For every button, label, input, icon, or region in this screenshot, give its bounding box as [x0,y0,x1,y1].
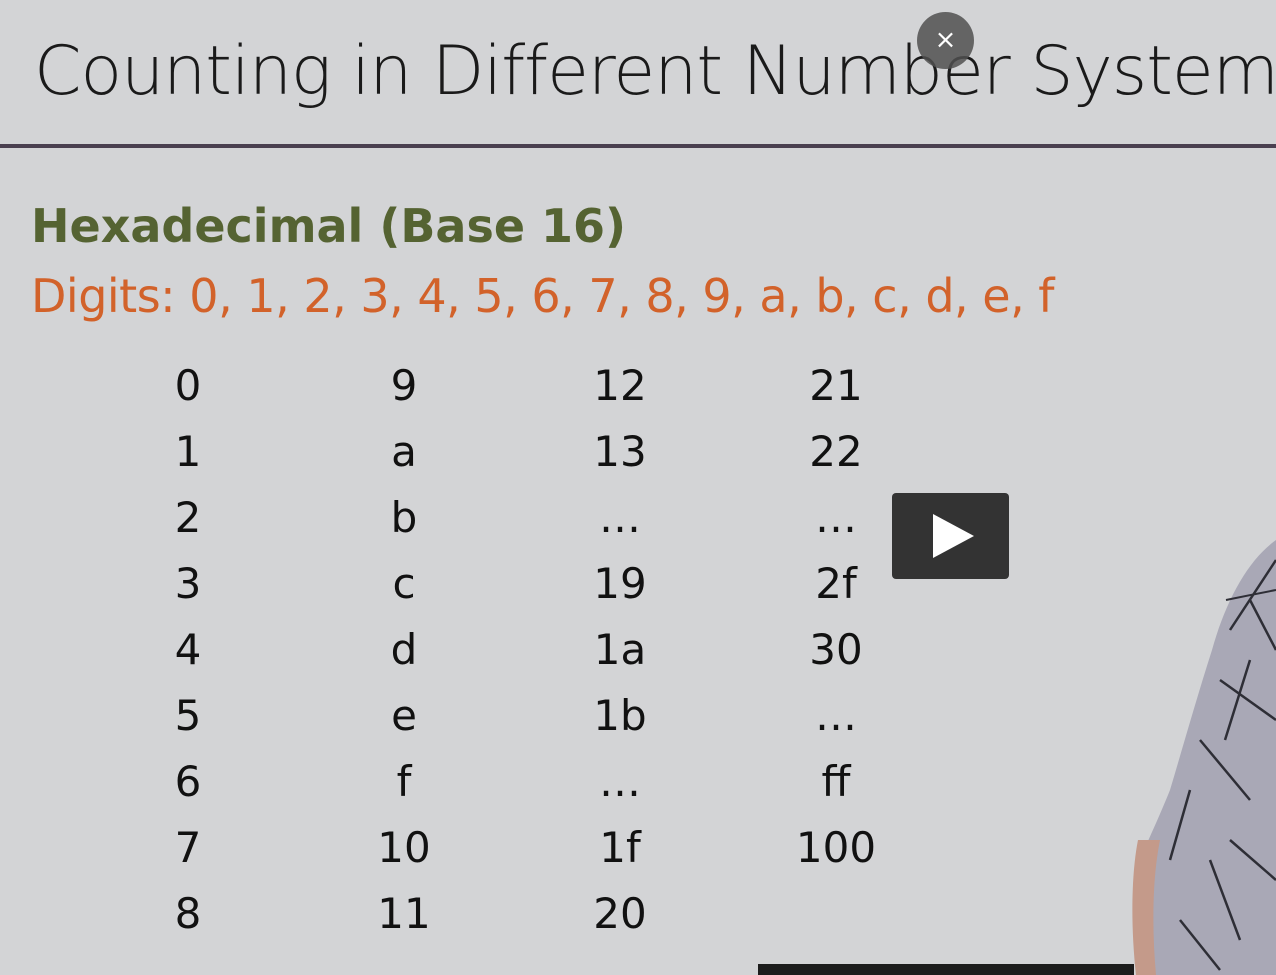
table-cell: ff [821,757,851,806]
table-cell: 7 [174,823,202,872]
title-divider [0,144,1276,148]
table-cell: 19 [593,559,647,608]
table-cell: c [392,559,416,608]
table-cell: 13 [593,427,647,476]
table-cell: 10 [377,823,431,872]
table-column: 12 13 … 19 1a 1b … 1f 20 [550,353,690,947]
table-cell: 3 [174,559,202,608]
play-button[interactable] [892,493,1009,579]
table-cell: d [390,625,418,674]
table-cell: 1 [174,427,202,476]
table-cell: 4 [174,625,202,674]
table-cell: … [815,691,857,740]
section-heading: Hexadecimal (Base 16) [31,199,627,253]
table-column: 0 1 2 3 4 5 6 7 8 [118,353,258,947]
table-cell: 0 [174,361,202,410]
table-cell: 100 [795,823,877,872]
table-cell: 21 [809,361,863,410]
table-cell: … [599,493,641,542]
play-icon [933,514,974,558]
table-cell: 1f [599,823,641,872]
table-cell: 20 [593,889,647,938]
table-cell: 11 [377,889,431,938]
table-cell: … [815,493,857,542]
table-column: 21 22 … 2f 30 … ff 100 [766,353,906,881]
slide-title: Counting in Different Number Systems [34,32,1276,111]
table-cell: 2f [815,559,857,608]
presenter-figure [1130,540,1276,975]
close-icon[interactable]: × [917,12,974,69]
table-cell: 1b [593,691,647,740]
table-cell: 5 [174,691,202,740]
table-cell: 8 [174,889,202,938]
table-cell: 2 [174,493,202,542]
digits-line: Digits: 0, 1, 2, 3, 4, 5, 6, 7, 8, 9, a,… [31,269,1055,323]
table-cell: 9 [390,361,418,410]
table-column: 9 a b c d e f 10 11 [334,353,474,947]
table-cell: b [390,493,418,542]
caption-bar [758,964,1134,975]
video-slide-frame: Counting in Different Number Systems Hex… [0,0,1276,975]
table-cell: 30 [809,625,863,674]
table-cell: f [396,757,412,806]
table-cell: a [391,427,417,476]
table-cell: … [599,757,641,806]
table-cell: 22 [809,427,863,476]
table-cell: 6 [174,757,202,806]
table-cell: 12 [593,361,647,410]
table-cell: e [391,691,417,740]
table-cell: 1a [593,625,647,674]
